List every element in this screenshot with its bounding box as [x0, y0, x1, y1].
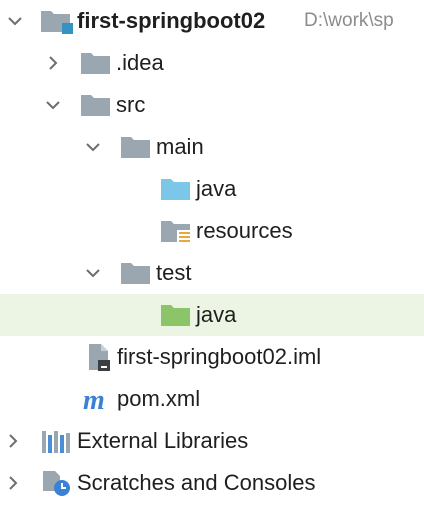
tree-row-scratches[interactable]: Scratches and Consoles — [0, 462, 424, 504]
tree-row-iml[interactable]: first-springboot02.iml — [0, 336, 424, 378]
chevron-right-icon[interactable] — [4, 474, 22, 492]
scratches-icon — [43, 471, 70, 496]
tree-item-label: resources — [196, 218, 293, 243]
folder-icon — [121, 137, 150, 158]
tree-item-label: src — [116, 92, 146, 117]
folder-icon — [81, 95, 110, 116]
maven-icon: m — [83, 385, 105, 413]
chevron-down-icon[interactable] — [84, 138, 102, 156]
source-root-folder-icon — [161, 179, 190, 200]
tree-row-pom[interactable]: m pom.xml — [0, 378, 424, 420]
folder-icon — [121, 263, 150, 284]
chevron-down-icon[interactable] — [6, 12, 24, 30]
tree-row-idea[interactable]: .idea — [0, 42, 424, 84]
tree-item-label: java — [196, 176, 237, 201]
tree-item-label: first-springboot02.iml — [117, 344, 322, 369]
tree-row-external-libraries[interactable]: External Libraries — [0, 420, 424, 462]
tree-row-resources[interactable]: resources — [0, 210, 424, 252]
libraries-icon — [42, 431, 70, 453]
svg-text:m: m — [83, 385, 105, 413]
chevron-down-icon[interactable] — [84, 264, 102, 282]
chevron-right-icon[interactable] — [4, 432, 22, 450]
tree-item-label: main — [156, 134, 204, 159]
chevron-down-icon[interactable] — [44, 96, 62, 114]
tree-item-label: java — [196, 302, 237, 327]
project-name: first-springboot02 — [77, 8, 266, 33]
tree-item-label: test — [156, 260, 192, 285]
folder-icon — [81, 53, 110, 74]
project-module-icon — [41, 11, 73, 34]
tree-row-main-java[interactable]: java — [0, 168, 424, 210]
tree-item-label: External Libraries — [77, 428, 249, 453]
chevron-right-icon[interactable] — [44, 54, 62, 72]
project-tree: first-springboot02 D:\work\sp .idea src … — [0, 0, 424, 518]
tree-item-label: pom.xml — [117, 386, 201, 411]
tree-row-test[interactable]: test — [0, 252, 424, 294]
tree-item-label: .idea — [116, 50, 164, 75]
tree-item-label: Scratches and Consoles — [77, 470, 316, 495]
test-root-folder-icon — [161, 305, 190, 326]
iml-file-icon — [89, 344, 110, 371]
project-path: D:\work\sp — [304, 10, 394, 31]
tree-row-test-java[interactable]: java — [0, 294, 424, 336]
tree-row-project[interactable]: first-springboot02 D:\work\sp — [0, 0, 424, 42]
tree-row-main[interactable]: main — [0, 126, 424, 168]
resources-folder-icon — [161, 221, 191, 244]
tree-row-src[interactable]: src — [0, 84, 424, 126]
